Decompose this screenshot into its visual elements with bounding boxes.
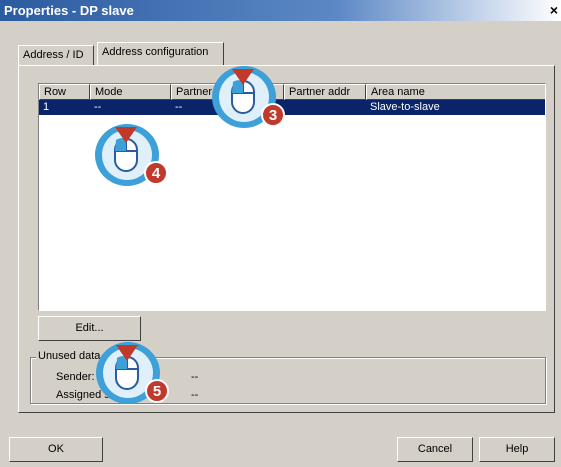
cell-partner-dp-addr: -- — [175, 101, 183, 113]
callout-number: 5 — [153, 383, 161, 400]
close-icon[interactable]: × — [547, 1, 561, 19]
tab-label: Address configuration — [102, 46, 209, 58]
table-row[interactable]: 1 -- -- Slave-to-slave — [39, 100, 545, 115]
list-header: Row Mode Partner DP addr Partner addr Ar… — [39, 84, 545, 100]
cell-area-name: Slave-to-slave — [370, 101, 440, 113]
assigned-value: -- — [191, 389, 199, 401]
column-header-partner-addr[interactable]: Partner addr — [284, 84, 366, 100]
title-bar: Properties - DP slave × — [0, 0, 561, 21]
callout-number: 4 — [152, 165, 161, 182]
cell-mode: -- — [94, 101, 102, 113]
mouse-click-icon: 5 — [96, 342, 169, 404]
column-header-mode[interactable]: Mode — [90, 84, 171, 100]
tab-label: Address / ID — [23, 49, 84, 61]
mouse-click-icon: 3 — [212, 66, 285, 128]
cancel-button[interactable]: Cancel — [397, 437, 473, 462]
column-header-area-name[interactable]: Area name — [366, 84, 545, 100]
sender-label: Sender: — [56, 371, 95, 383]
address-config-list[interactable]: Row Mode Partner DP addr Partner addr Ar… — [38, 83, 546, 311]
tab-address-configuration[interactable]: Address configuration — [97, 42, 224, 65]
column-header-row[interactable]: Row — [39, 84, 90, 100]
window-title: Properties - DP slave — [4, 3, 134, 18]
unused-data-legend: Unused data — [36, 350, 103, 362]
mouse-click-icon: 4 — [95, 124, 168, 186]
tab-address-id[interactable]: Address / ID — [18, 45, 94, 65]
help-button[interactable]: Help — [479, 437, 555, 462]
sender-value: -- — [191, 371, 199, 383]
ok-button[interactable]: OK — [9, 437, 103, 462]
properties-dialog: Properties - DP slave × Address / ID Add… — [0, 0, 561, 467]
cell-row: 1 — [43, 101, 50, 113]
callout-number: 3 — [269, 107, 277, 124]
